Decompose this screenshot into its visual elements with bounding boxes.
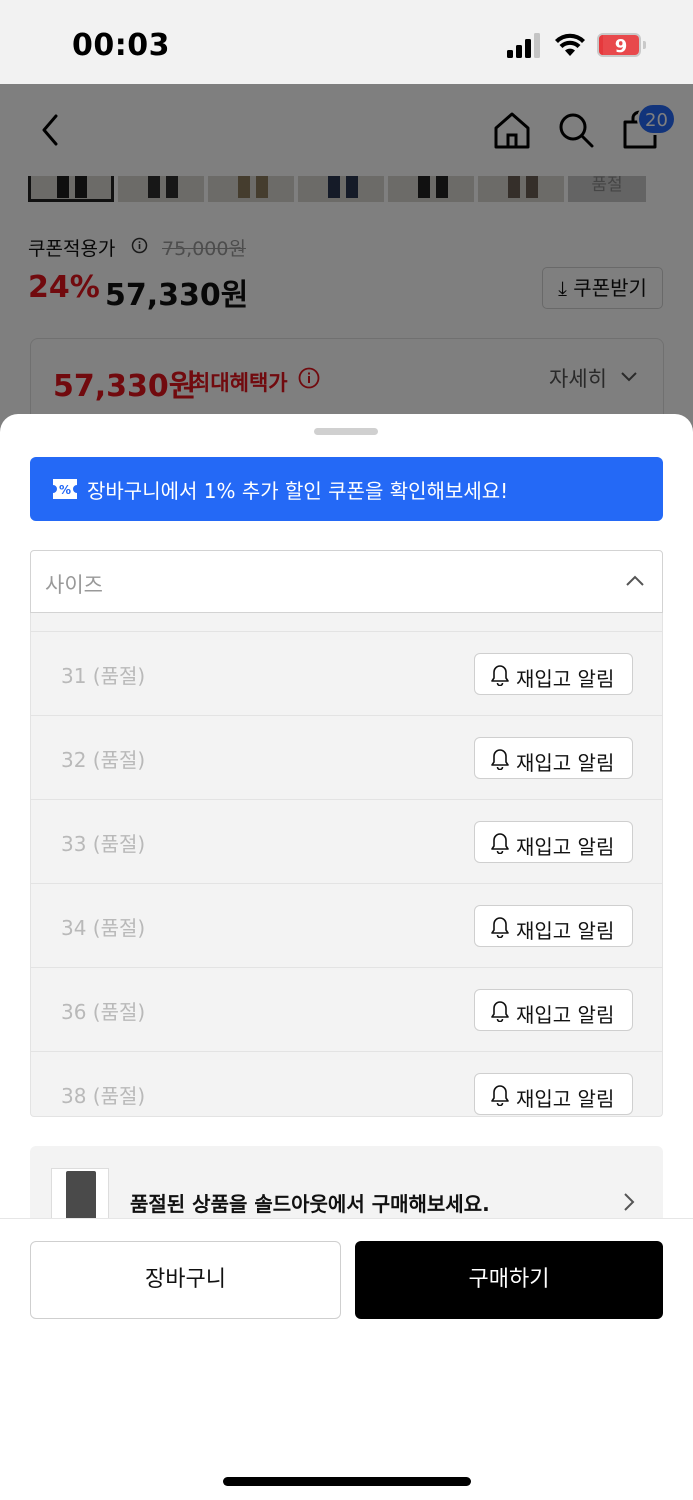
- size-select[interactable]: 사이즈: [30, 550, 663, 613]
- status-bar: 00:03 9: [0, 0, 693, 84]
- bell-icon: [491, 1001, 509, 1022]
- bell-icon: [491, 749, 509, 770]
- battery-icon: 9: [597, 33, 647, 59]
- svg-text:%: %: [59, 483, 71, 497]
- restock-alert-button[interactable]: 재입고 알림: [474, 737, 633, 779]
- add-to-cart-button[interactable]: 장바구니: [30, 1241, 341, 1319]
- wifi-icon: [555, 33, 585, 56]
- size-option-list[interactable]: 31 (품절) 재입고 알림 32 (품절) 재입고 알림 33 (품절) 재입…: [30, 613, 663, 1117]
- size-option-name: 31 (품절): [61, 664, 146, 688]
- size-option-row[interactable]: 32 (품절) 재입고 알림: [31, 716, 662, 800]
- chevron-right-icon: [624, 1193, 635, 1211]
- size-option-name: 34 (품절): [61, 916, 146, 940]
- coupon-icon: %: [53, 479, 77, 499]
- sheet-drag-handle[interactable]: [314, 428, 378, 435]
- battery-level: 9: [614, 36, 628, 57]
- restock-alert-button[interactable]: 재입고 알림: [474, 989, 633, 1031]
- size-option-name: 38 (품절): [61, 1084, 146, 1108]
- size-option-name: 33 (품절): [61, 832, 146, 856]
- status-time: 00:03: [72, 28, 170, 63]
- cellular-signal-icon: [507, 33, 540, 58]
- home-indicator[interactable]: [223, 1477, 471, 1486]
- bell-icon: [491, 665, 509, 686]
- restock-alert-label: 재입고 알림: [516, 751, 615, 775]
- promo-text: 장바구니에서 1% 추가 할인 쿠폰을 확인해보세요!: [87, 479, 509, 503]
- restock-alert-label: 재입고 알림: [516, 667, 615, 691]
- option-bottom-sheet: % 장바구니에서 1% 추가 할인 쿠폰을 확인해보세요! 사이즈 31 (품절…: [0, 414, 693, 1500]
- purchase-action-bar: 장바구니 구매하기: [0, 1218, 693, 1500]
- restock-alert-button[interactable]: 재입고 알림: [474, 1073, 633, 1115]
- size-select-label: 사이즈: [45, 573, 103, 597]
- restock-alert-label: 재입고 알림: [516, 1003, 615, 1027]
- soldout-banner-text: 품절된 상품을 솔드아웃에서 구매해보세요.: [130, 1192, 490, 1216]
- cart-coupon-banner[interactable]: % 장바구니에서 1% 추가 할인 쿠폰을 확인해보세요!: [30, 457, 663, 521]
- restock-alert-button[interactable]: 재입고 알림: [474, 905, 633, 947]
- size-option-row[interactable]: 31 (품절) 재입고 알림: [31, 632, 662, 716]
- size-option-name: 36 (품절): [61, 1000, 146, 1024]
- restock-alert-label: 재입고 알림: [516, 835, 615, 859]
- size-option-row[interactable]: 34 (품절) 재입고 알림: [31, 884, 662, 968]
- bell-icon: [491, 917, 509, 938]
- bell-icon: [491, 1085, 509, 1106]
- restock-alert-button[interactable]: 재입고 알림: [474, 653, 633, 695]
- restock-alert-label: 재입고 알림: [516, 1087, 615, 1111]
- size-option-row[interactable]: 38 (품절) 재입고 알림: [31, 1052, 662, 1116]
- size-option-row[interactable]: 33 (품절) 재입고 알림: [31, 800, 662, 884]
- size-option-row[interactable]: 36 (품절) 재입고 알림: [31, 968, 662, 1052]
- size-option-name: 32 (품절): [61, 748, 146, 772]
- restock-alert-button[interactable]: 재입고 알림: [474, 821, 633, 863]
- buy-now-button[interactable]: 구매하기: [355, 1241, 663, 1319]
- restock-alert-label: 재입고 알림: [516, 919, 615, 943]
- bell-icon: [491, 833, 509, 854]
- chevron-up-icon: [626, 575, 644, 586]
